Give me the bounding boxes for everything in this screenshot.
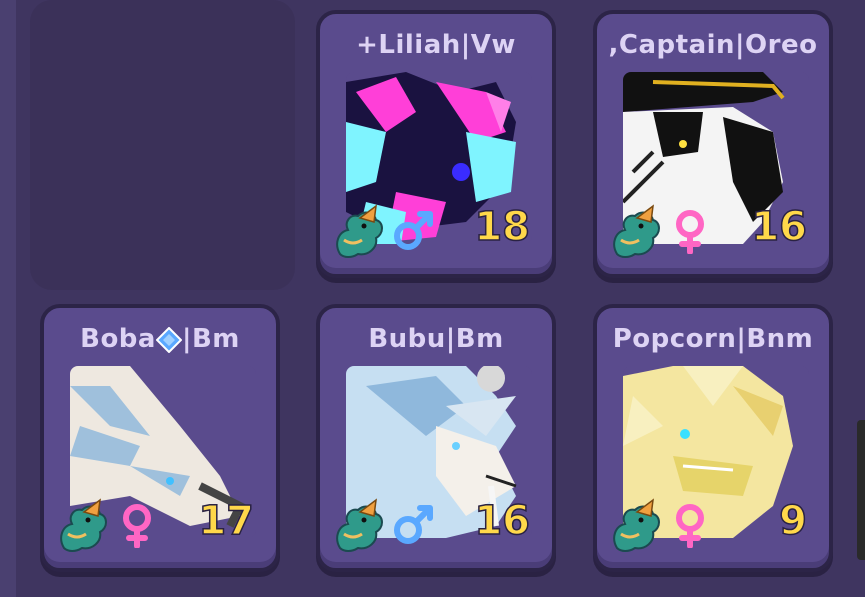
blue-gem-icon bbox=[155, 326, 182, 353]
dragon-icon bbox=[60, 498, 107, 552]
dragon-icon bbox=[336, 204, 383, 258]
dragon-icon bbox=[336, 498, 383, 552]
pet-card[interactable]: Popcorn|Bnm 9 bbox=[593, 304, 833, 572]
dragon-icon bbox=[613, 498, 660, 552]
scrollbar[interactable] bbox=[857, 420, 865, 560]
female-icon bbox=[123, 504, 151, 548]
pet-name: Boba |Bm bbox=[44, 324, 276, 354]
pet-card[interactable]: Bubu|Bm 16 bbox=[316, 304, 556, 572]
pet-name-prefix: Boba bbox=[80, 324, 156, 354]
pet-card[interactable]: ,Captain|Oreo 16 bbox=[593, 10, 833, 278]
dragon-icon bbox=[613, 204, 660, 258]
female-icon bbox=[676, 504, 704, 548]
left-panel-edge bbox=[0, 0, 16, 597]
pet-name: ,Captain|Oreo bbox=[608, 30, 818, 60]
female-icon bbox=[676, 210, 704, 254]
pet-name: Popcorn|Bnm bbox=[612, 324, 814, 354]
male-icon bbox=[394, 211, 433, 250]
pet-level: 18 bbox=[474, 203, 531, 251]
pet-level: 16 bbox=[474, 497, 531, 545]
pet-name: Bubu|Bm bbox=[368, 324, 504, 354]
male-icon bbox=[394, 505, 433, 544]
pet-name: +Liliah|Vw bbox=[356, 30, 516, 60]
pet-level: 17 bbox=[198, 497, 255, 545]
pet-level: 16 bbox=[751, 203, 808, 251]
pet-name-suffix: |Bm bbox=[181, 324, 240, 354]
empty-pet-slot bbox=[30, 0, 295, 290]
pet-level: 9 bbox=[778, 497, 807, 545]
pet-card[interactable]: +Liliah|Vw 18 bbox=[316, 10, 556, 278]
pet-card[interactable]: Boba |Bm 17 bbox=[40, 304, 280, 572]
